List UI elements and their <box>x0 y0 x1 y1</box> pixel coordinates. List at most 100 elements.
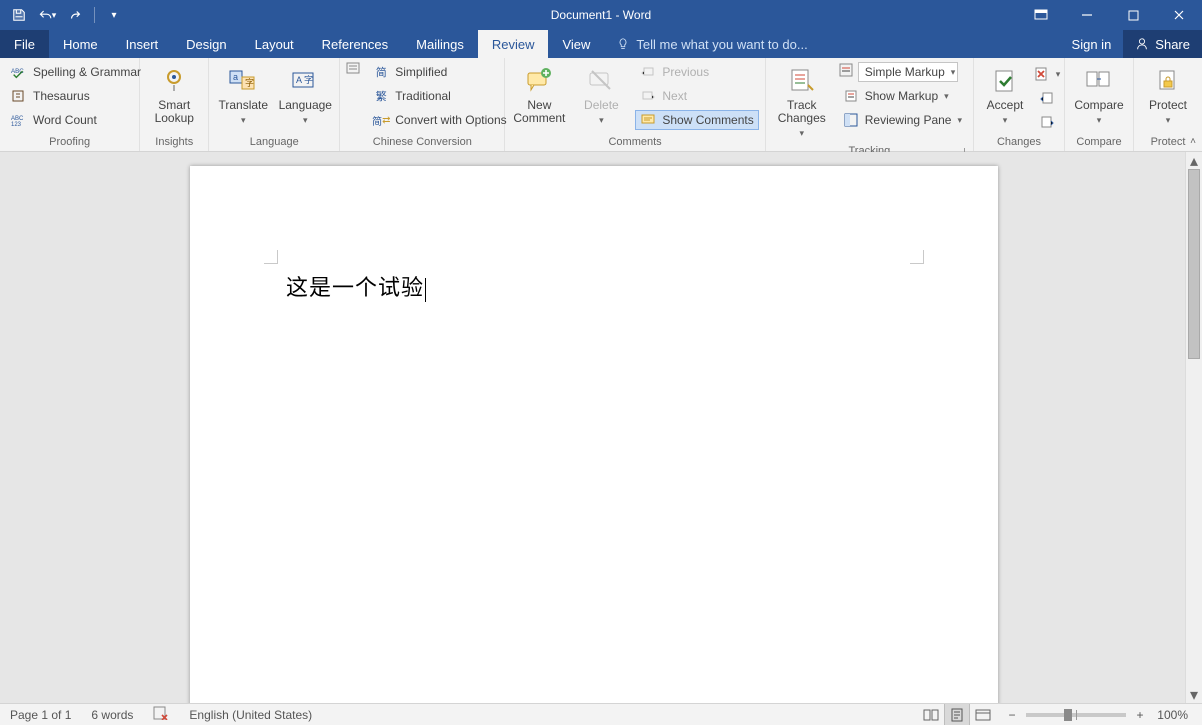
new-comment-icon <box>523 65 555 97</box>
vertical-scrollbar[interactable]: ▴ ▾ <box>1185 152 1202 703</box>
zoom-slider-knob[interactable] <box>1064 709 1072 721</box>
group-insights: Smart Lookup Insights <box>140 58 209 151</box>
maximize-icon <box>1128 10 1139 21</box>
reject-button[interactable]: ▾ <box>1036 64 1058 84</box>
previous-comment-button[interactable]: Previous <box>635 62 758 82</box>
reviewing-pane-button[interactable]: Reviewing Pane ▾ <box>838 110 967 130</box>
share-person-icon <box>1135 37 1149 51</box>
accept-button[interactable]: Accept ▾ <box>980 62 1030 130</box>
show-markup-button[interactable]: Show Markup ▾ <box>838 86 967 106</box>
margin-marker-tr <box>910 250 924 264</box>
convert-with-options-label: Convert with Options <box>395 113 506 127</box>
tab-file[interactable]: File <box>0 30 49 58</box>
document-body[interactable]: 这是一个试验 <box>286 270 426 302</box>
scroll-up-button[interactable]: ▴ <box>1186 152 1202 169</box>
save-icon <box>12 8 26 22</box>
reviewing-pane-label: Reviewing Pane <box>865 113 952 127</box>
group-label-proofing: Proofing <box>6 134 133 151</box>
share-button[interactable]: Share <box>1123 30 1202 58</box>
scroll-down-button[interactable]: ▾ <box>1186 686 1202 703</box>
minimize-button[interactable] <box>1064 0 1110 30</box>
protect-button[interactable]: Protect ▾ <box>1140 62 1196 130</box>
page[interactable]: 这是一个试验 <box>190 166 998 703</box>
chevron-down-icon: ▾ <box>599 114 604 127</box>
tell-me-input[interactable] <box>636 37 856 52</box>
group-label-protect: Protect <box>1140 134 1196 151</box>
convert-options-icon: 简⇄ <box>373 112 389 128</box>
tab-home[interactable]: Home <box>49 30 112 58</box>
margin-marker-tl <box>264 250 278 264</box>
thesaurus-button[interactable]: Thesaurus <box>6 86 146 106</box>
spelling-grammar-label: Spelling & Grammar <box>33 65 141 79</box>
zoom-in-button[interactable]: + <box>1132 708 1148 722</box>
tab-review[interactable]: Review <box>478 30 549 58</box>
track-changes-button[interactable]: Track Changes ▾ <box>772 62 832 143</box>
spelling-grammar-button[interactable]: ABC Spelling & Grammar <box>6 62 146 82</box>
svg-text:字: 字 <box>245 77 254 88</box>
zoom-value[interactable]: 100% <box>1154 708 1194 722</box>
tell-me[interactable] <box>604 30 856 58</box>
tab-mailings[interactable]: Mailings <box>402 30 478 58</box>
tab-view[interactable]: View <box>548 30 604 58</box>
traditional-icon: 繁 <box>373 88 389 104</box>
show-markup-label: Show Markup <box>865 89 938 103</box>
view-print-layout-button[interactable] <box>944 704 970 725</box>
status-page[interactable]: Page 1 of 1 <box>0 708 81 722</box>
group-label-insights: Insights <box>146 134 202 151</box>
next-comment-button[interactable]: Next <box>635 86 758 106</box>
word-count-label: Word Count <box>33 113 97 127</box>
previous-comment-icon <box>640 64 656 80</box>
traditional-button[interactable]: 繁 Traditional <box>368 86 511 106</box>
print-layout-icon <box>950 708 964 722</box>
ribbon-display-options-button[interactable] <box>1018 0 1064 30</box>
proofing-status-icon <box>153 706 169 720</box>
save-button[interactable] <box>8 4 30 26</box>
new-comment-button[interactable]: New Comment <box>511 62 567 128</box>
chevron-down-icon: ▾ <box>799 127 804 140</box>
zoom-control: − + 100% <box>996 708 1202 722</box>
status-language[interactable]: English (United States) <box>179 708 322 722</box>
accept-label: Accept <box>987 99 1024 112</box>
next-change-button[interactable] <box>1036 112 1058 132</box>
tab-design[interactable]: Design <box>172 30 240 58</box>
update-ime-button[interactable] <box>346 62 362 79</box>
group-chinese-conversion: 简 Simplified 繁 Traditional 简⇄ Convert wi… <box>340 58 505 151</box>
word-count-button[interactable]: ABC123 Word Count <box>6 110 146 130</box>
close-button[interactable] <box>1156 0 1202 30</box>
maximize-button[interactable] <box>1110 0 1156 30</box>
zoom-out-button[interactable]: − <box>1004 708 1020 722</box>
group-comments: New Comment Delete ▾ Previous Next Show <box>505 58 765 151</box>
status-word-count[interactable]: 6 words <box>81 708 143 722</box>
web-layout-icon <box>975 709 991 721</box>
previous-change-icon <box>1039 90 1055 106</box>
svg-text:123: 123 <box>11 122 22 127</box>
show-comments-button[interactable]: Show Comments <box>635 110 758 130</box>
compare-button[interactable]: Compare ▾ <box>1071 62 1127 130</box>
delete-comment-button[interactable]: Delete ▾ <box>573 62 629 130</box>
svg-text:a: a <box>233 72 238 82</box>
sign-in-button[interactable]: Sign in <box>1060 30 1124 58</box>
show-markup-icon <box>843 88 859 104</box>
tab-insert[interactable]: Insert <box>112 30 173 58</box>
view-web-layout-button[interactable] <box>970 704 996 725</box>
scroll-thumb[interactable] <box>1188 169 1200 359</box>
previous-change-button[interactable] <box>1036 88 1058 108</box>
collapse-ribbon-button[interactable]: ˄ <box>1190 136 1196 147</box>
status-proofing[interactable] <box>143 706 179 723</box>
zoom-slider[interactable] <box>1026 713 1126 717</box>
group-changes: Accept ▾ ▾ Changes <box>974 58 1065 151</box>
text-cursor <box>425 278 426 302</box>
language-button[interactable]: A字 Language ▾ <box>277 62 333 130</box>
redo-button[interactable] <box>64 4 86 26</box>
translate-button[interactable]: a字 Translate ▾ <box>215 62 271 130</box>
convert-with-options-button[interactable]: 简⇄ Convert with Options <box>368 110 511 130</box>
simplified-button[interactable]: 简 Simplified <box>368 62 511 82</box>
smart-lookup-label: Smart Lookup <box>155 99 194 125</box>
tab-references[interactable]: References <box>308 30 402 58</box>
smart-lookup-button[interactable]: Smart Lookup <box>146 62 202 128</box>
view-read-mode-button[interactable] <box>918 704 944 725</box>
qat-customize-button[interactable]: ▾ <box>103 4 125 26</box>
tab-layout[interactable]: Layout <box>241 30 308 58</box>
undo-button[interactable]: ▾ <box>36 4 58 26</box>
display-for-review-combo[interactable]: Simple Markup ▾ <box>858 62 959 82</box>
